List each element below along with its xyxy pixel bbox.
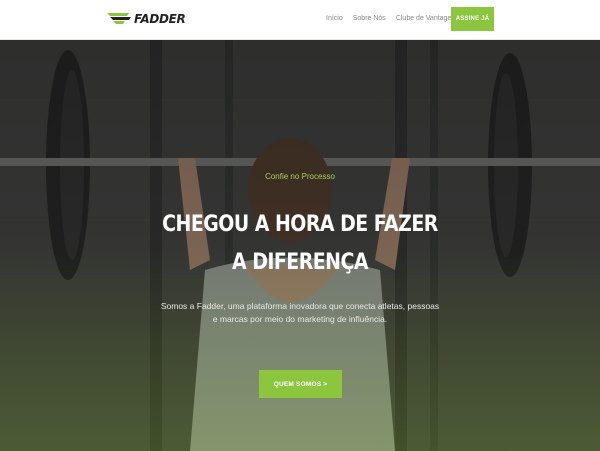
fadder-wing-icon bbox=[107, 12, 131, 26]
main-nav: Início Sobre Nós Clube de Vantagens bbox=[326, 14, 459, 24]
nav-item-inicio[interactable]: Início bbox=[326, 14, 343, 24]
hero-description-line2: e marcas por meio do marketing de influê… bbox=[212, 314, 388, 324]
nav-item-sobre-nos[interactable]: Sobre Nós bbox=[353, 14, 386, 24]
subscribe-button[interactable]: ASSINE JÁ bbox=[451, 7, 494, 31]
brand-logo[interactable]: FADDER bbox=[107, 11, 186, 27]
site-header: FADDER Início Sobre Nós Clube de Vantage… bbox=[0, 0, 600, 40]
hero-headline-line1: CHEGOU A HORA DE FAZER bbox=[162, 212, 438, 237]
hero-headline-line2: A DIFERENÇA bbox=[231, 250, 369, 275]
nav-item-clube-de-vantagens[interactable]: Clube de Vantagens bbox=[396, 14, 459, 24]
hero-section: Confie no Processo CHEGOU A HORA DE FAZE… bbox=[0, 40, 600, 451]
hero-description-line1: Somos a Fadder, uma plataforma inovadora… bbox=[160, 301, 440, 311]
brand-name: FADDER bbox=[134, 12, 186, 26]
about-us-button[interactable]: QUEM SOMOS > bbox=[259, 370, 342, 398]
hero-eyebrow: Confie no Processo bbox=[265, 172, 335, 181]
hero-headline: CHEGOU A HORA DE FAZER A DIFERENÇA bbox=[42, 206, 558, 282]
hero-description: Somos a Fadder, uma plataforma inovadora… bbox=[150, 300, 450, 326]
